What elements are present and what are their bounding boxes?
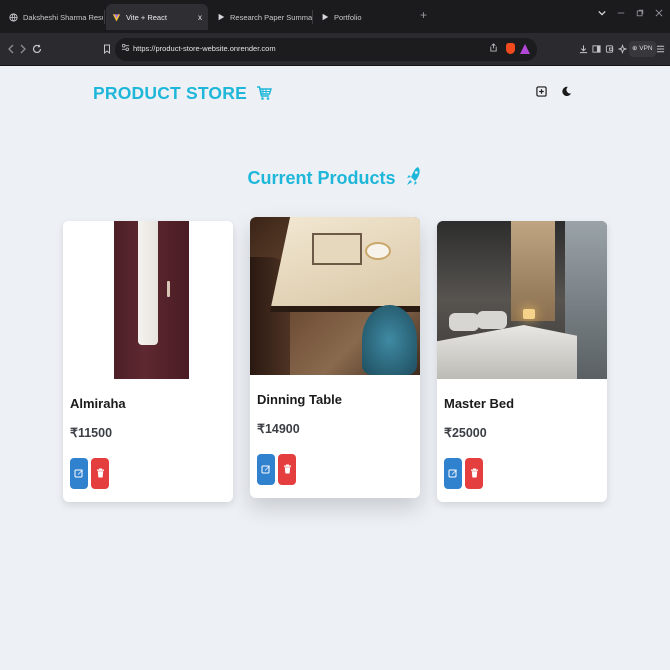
tab-list-chevron-icon[interactable] xyxy=(598,9,606,19)
wallet-icon[interactable] xyxy=(605,44,614,58)
shopping-cart-icon xyxy=(256,85,272,101)
close-tab-icon[interactable]: x xyxy=(198,13,202,22)
tab-label: Daksheshi Sharma Resume.pdf xyxy=(23,12,103,22)
page-title-text: Current Products xyxy=(247,168,396,188)
page-title: Current Products xyxy=(0,166,670,189)
bookmark-icon[interactable] xyxy=(103,44,111,58)
product-image xyxy=(437,221,607,379)
tab-divider xyxy=(312,10,313,24)
back-icon[interactable] xyxy=(7,44,15,58)
tab-label: Research Paper Summarizer xyxy=(230,12,312,22)
trash-icon xyxy=(96,465,105,483)
edit-button[interactable] xyxy=(444,458,462,489)
minimize-icon[interactable] xyxy=(617,9,625,19)
moon-icon xyxy=(561,84,572,102)
edit-icon xyxy=(448,465,458,483)
leo-ai-icon[interactable] xyxy=(617,43,628,58)
menu-icon[interactable] xyxy=(656,44,665,58)
forward-icon[interactable] xyxy=(19,44,27,58)
product-card: Master Bed ₹25000 xyxy=(437,221,607,502)
product-image xyxy=(250,217,420,375)
vite-logo-icon xyxy=(112,13,121,22)
rewards-icon[interactable] xyxy=(520,44,530,54)
product-card: Dinning Table ₹14900 xyxy=(250,217,420,498)
brave-shields-icon[interactable] xyxy=(506,43,515,54)
tab-divider xyxy=(104,10,105,24)
theme-toggle-button[interactable] xyxy=(558,85,574,101)
close-window-icon[interactable] xyxy=(655,9,663,19)
url-text[interactable]: https://product-store-website.onrender.c… xyxy=(133,44,276,53)
product-name: Dinning Table xyxy=(257,392,342,407)
edit-button[interactable] xyxy=(257,454,275,485)
tab-label: Portfolio xyxy=(334,12,362,22)
tab-research[interactable]: Research Paper Summarizer xyxy=(210,4,312,30)
play-icon xyxy=(216,13,225,22)
rocket-icon xyxy=(405,166,423,188)
create-product-button[interactable] xyxy=(533,85,549,101)
share-icon[interactable] xyxy=(489,43,498,54)
reload-icon[interactable] xyxy=(32,44,42,58)
brand-text: PRODUCT STORE xyxy=(93,83,247,103)
delete-button[interactable] xyxy=(91,458,109,489)
tab-resume[interactable]: Daksheshi Sharma Resume.pdf xyxy=(3,4,103,30)
plus-square-icon xyxy=(535,84,547,102)
play-icon xyxy=(320,13,329,22)
edit-icon xyxy=(261,461,271,479)
sidebar-icon[interactable] xyxy=(592,44,601,58)
restore-icon[interactable] xyxy=(636,9,644,19)
product-card: Almiraha ₹11500 xyxy=(63,221,233,502)
trash-icon xyxy=(283,461,292,479)
product-price: ₹11500 xyxy=(70,426,113,440)
globe-icon xyxy=(9,12,18,22)
vpn-globe-icon: ⊕ xyxy=(632,45,638,52)
brand-logo-link[interactable]: PRODUCT STORE xyxy=(93,83,272,104)
product-name: Almiraha xyxy=(70,396,126,411)
edit-button[interactable] xyxy=(70,458,88,489)
edit-icon xyxy=(74,465,84,483)
site-settings-icon[interactable] xyxy=(121,43,130,54)
trash-icon xyxy=(470,465,479,483)
product-price: ₹14900 xyxy=(257,422,300,436)
tab-vite-react[interactable]: Vite + React x xyxy=(106,4,208,30)
new-tab-button[interactable]: + xyxy=(420,8,427,22)
browser-tab-bar: Daksheshi Sharma Resume.pdf Vite + React… xyxy=(0,0,670,33)
tab-portfolio[interactable]: Portfolio xyxy=(314,4,414,30)
vpn-label: VPN xyxy=(639,45,653,52)
vpn-button[interactable]: ⊕ VPN xyxy=(629,41,656,57)
product-image xyxy=(63,221,233,379)
product-price: ₹25000 xyxy=(444,426,487,440)
download-icon[interactable] xyxy=(579,44,588,58)
tab-label: Vite + React xyxy=(126,12,167,22)
product-name: Master Bed xyxy=(444,396,515,411)
delete-button[interactable] xyxy=(465,458,483,489)
delete-button[interactable] xyxy=(278,454,296,485)
